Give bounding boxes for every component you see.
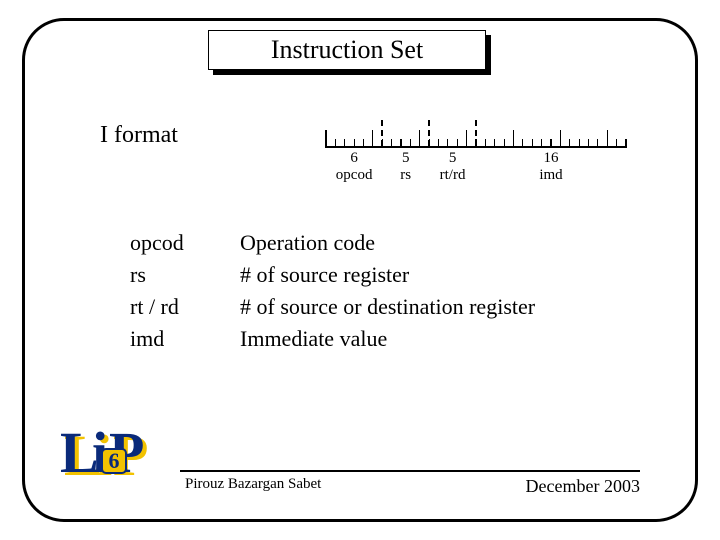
definition-desc: # of source register (240, 262, 409, 288)
ruler-tick-minor (625, 139, 626, 148)
definition-desc: # of source or destination register (240, 294, 535, 320)
ruler-tick-minor (541, 139, 542, 148)
ruler-tick-minor (532, 139, 533, 148)
field-bits: 16 (476, 150, 626, 167)
definition-desc: Operation code (240, 230, 375, 256)
definition-row: rs# of source register (130, 262, 535, 288)
field-label: 5rs (382, 150, 429, 185)
field-boundary (428, 120, 430, 146)
ruler-tick-minor (588, 139, 589, 148)
field-boundary (381, 120, 383, 146)
definition-term: rt / rd (130, 294, 240, 320)
ruler-tick-minor (616, 139, 617, 148)
ruler-tick-major (513, 130, 514, 148)
ruler-tick-minor (410, 139, 411, 148)
field-boundary (475, 120, 477, 146)
definitions-list: opcodOperation coders# of source registe… (130, 230, 535, 358)
field-name: imd (476, 167, 626, 184)
bitfield-ruler (326, 120, 626, 148)
field-bits: 5 (382, 150, 429, 167)
field-label: 6opcod (326, 150, 382, 185)
ruler-tick-minor (335, 139, 336, 148)
ruler-tick-minor (485, 139, 486, 148)
field-name: rt/rd (429, 167, 476, 184)
ruler-tick-major (466, 130, 467, 148)
ruler-tick-minor (457, 139, 458, 148)
field-name: rs (382, 167, 429, 184)
field-bits: 5 (429, 150, 476, 167)
definition-term: imd (130, 326, 240, 352)
footer-divider (180, 470, 640, 472)
ruler-tick-minor (522, 139, 523, 148)
definition-row: rt / rd# of source or destination regist… (130, 294, 535, 320)
ruler-tick-major (325, 130, 326, 148)
ruler-tick-minor (344, 139, 345, 148)
footer-date: December 2003 (526, 476, 640, 497)
ruler-tick-minor (579, 139, 580, 148)
definition-term: opcod (130, 230, 240, 256)
format-label: I format (100, 122, 178, 149)
field-label: 16imd (476, 150, 626, 185)
title-text: Instruction Set (271, 35, 423, 65)
footer-author: Pirouz Bazargan Sabet (185, 476, 321, 493)
definition-row: imdImmediate value (130, 326, 535, 352)
definition-desc: Immediate value (240, 326, 387, 352)
ruler-tick-major (607, 130, 608, 148)
ruler-tick-minor (400, 139, 401, 148)
lip6-logo: L i P L i P 6 (60, 420, 160, 490)
ruler-tick-minor (447, 139, 448, 148)
field-bits: 6 (326, 150, 382, 167)
ruler-tick-minor (597, 139, 598, 148)
ruler-tick-minor (391, 139, 392, 148)
ruler-tick-major (419, 130, 420, 148)
title: Instruction Set (208, 30, 486, 70)
ruler-tick-minor (569, 139, 570, 148)
definition-term: rs (130, 262, 240, 288)
title-box: Instruction Set (208, 30, 486, 70)
ruler-tick-minor (494, 139, 495, 148)
field-name: opcod (326, 167, 382, 184)
ruler-tick-minor (438, 139, 439, 148)
ruler-tick-minor (504, 139, 505, 148)
ruler-tick-major (372, 130, 373, 148)
ruler-tick-major (560, 130, 561, 148)
ruler-tick-minor (354, 139, 355, 148)
field-label: 5rt/rd (429, 150, 476, 185)
ruler-tick-minor (363, 139, 364, 148)
logo-badge: 6 (109, 448, 120, 473)
ruler-tick-minor (550, 139, 551, 148)
definition-row: opcodOperation code (130, 230, 535, 256)
